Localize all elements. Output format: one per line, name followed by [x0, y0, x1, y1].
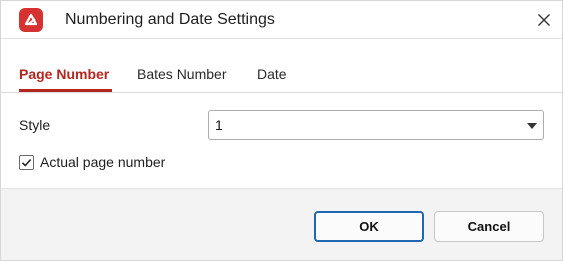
- cancel-button[interactable]: Cancel: [434, 211, 544, 242]
- tab-page-number[interactable]: Page Number: [19, 66, 109, 82]
- style-select-value: 1: [215, 117, 223, 133]
- numbering-date-settings-dialog: Numbering and Date Settings Page Number …: [0, 0, 563, 261]
- close-icon: [538, 14, 550, 26]
- app-logo-icon: [19, 8, 43, 32]
- actual-page-number-checkbox[interactable]: [19, 154, 34, 170]
- tab-bates-number[interactable]: Bates Number: [137, 66, 226, 82]
- actual-page-number-option[interactable]: Actual page number: [19, 153, 165, 171]
- dialog-footer: OK Cancel: [1, 188, 562, 260]
- active-tab-indicator: [19, 89, 112, 92]
- close-button[interactable]: [531, 7, 557, 33]
- tab-date[interactable]: Date: [257, 66, 287, 82]
- style-label: Style: [19, 117, 51, 133]
- title-bar: Numbering and Date Settings: [1, 1, 562, 39]
- style-select[interactable]: 1: [208, 110, 544, 140]
- checkmark-icon: [21, 158, 32, 167]
- tab-bar: Page Number Bates Number Date: [1, 39, 562, 93]
- page-number-panel: Style 1 Actual page number: [1, 94, 562, 188]
- ok-button[interactable]: OK: [314, 211, 424, 242]
- dialog-title: Numbering and Date Settings: [65, 11, 275, 28]
- actual-page-number-label: Actual page number: [40, 154, 166, 170]
- dropdown-arrow-icon: [527, 123, 537, 129]
